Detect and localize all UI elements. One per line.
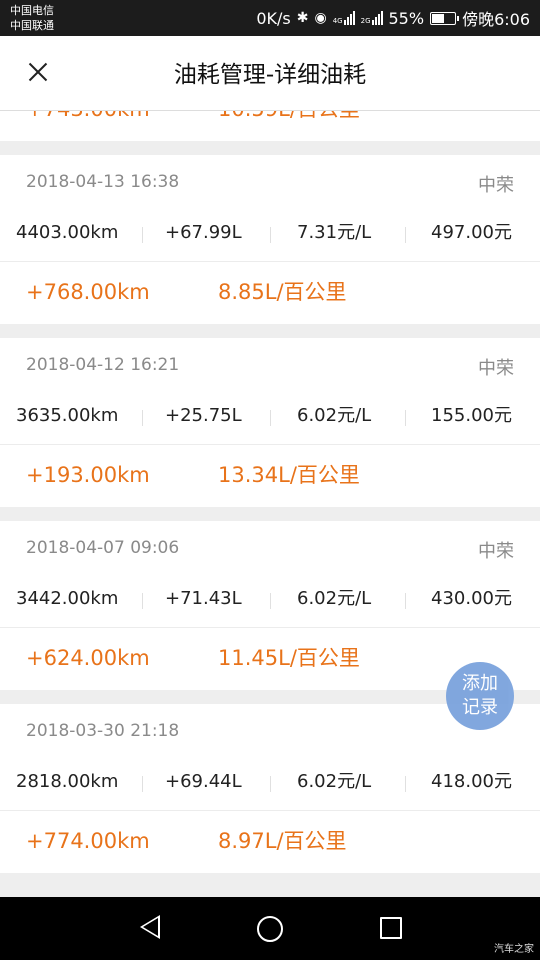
battery-icon [430,11,460,25]
network-speed: 0K/s [256,8,291,28]
record-fuel-amount: +71.43L [165,588,242,609]
record-unit-price: 6.02元/L [297,405,372,426]
record-total-cost: 418.00元 [431,771,512,792]
record-station: 中荣 [478,175,514,196]
status-bar: 中国电信 中国联通 0K/s ✱ ◉ 4G 2G 55% 傍晚6:06 [0,0,540,36]
record-distance: +624.00km [26,646,150,670]
add-record-button[interactable]: 添加 记录 [446,662,514,730]
record-odometer: 2818.00km [16,771,119,792]
clock: 傍晚6:06 [462,10,530,29]
app-header: 油耗管理-详细油耗 [0,36,540,111]
record-odometer: 4403.00km [16,222,119,243]
carrier-labels: 中国电信 中国联通 [10,3,54,33]
record-card-partial[interactable]: +743.00km 10.59L/百公里 [0,110,540,141]
record-unit-price: 7.31元/L [297,222,372,243]
record-total-cost: 155.00元 [431,405,512,426]
record-unit-price: 6.02元/L [297,771,372,792]
divider [142,776,143,792]
divider [405,593,406,609]
record-datetime: 2018-04-13 16:38 [26,172,180,192]
record-total-cost: 497.00元 [431,222,512,243]
record-station: 中荣 [478,541,514,562]
signal-2-icon: 2G [361,11,383,25]
record-datetime: 2018-03-30 21:18 [26,721,180,741]
record-distance: +774.00km [26,829,150,853]
recent-square-icon[interactable] [380,917,402,939]
record-datetime: 2018-04-12 16:21 [26,355,180,375]
status-icons: 0K/s ✱ ◉ 4G 2G 55% 傍晚6:06 [256,0,530,36]
record-datetime: 2018-04-07 09:06 [26,538,180,558]
page-title: 油耗管理-详细油耗 [173,62,367,88]
record-odometer: 3442.00km [16,588,119,609]
close-icon[interactable] [18,52,58,92]
network-type-2: 2G [360,17,371,25]
eye-comfort-icon: ◉ [314,10,327,26]
record-consumption: 8.97L/百公里 [218,829,347,853]
divider [405,227,406,243]
record-consumption: 10.59L/百公里 [218,110,360,139]
divider [270,227,271,243]
fuel-record-list-content: +743.00km 10.59L/百公里 2018-04-13 16:38 中荣… [0,110,540,887]
divider [270,776,271,792]
record-fuel-amount: +67.99L [165,222,242,243]
record-consumption: 11.45L/百公里 [218,646,360,670]
record-card[interactable]: 2018-04-13 16:38 中荣 4403.00km +67.99L 7.… [0,155,540,324]
add-record-label-1: 添加 [462,673,498,694]
record-fuel-amount: +25.75L [165,405,242,426]
record-total-cost: 430.00元 [431,588,512,609]
record-station: 中荣 [478,358,514,379]
network-type-1: 4G [332,17,343,25]
divider [142,593,143,609]
battery-fill [432,13,445,23]
record-card[interactable]: 2018-03-30 21:18 2818.00km +69.44L 6.02元… [0,704,540,873]
divider [405,776,406,792]
bluetooth-icon: ✱ [296,10,309,26]
home-circle-icon[interactable] [257,916,283,942]
carrier-2: 中国联通 [10,19,54,32]
record-distance: +768.00km [26,280,150,304]
carrier-1: 中国电信 [10,4,54,17]
record-card[interactable]: 2018-04-12 16:21 中荣 3635.00km +25.75L 6.… [0,338,540,507]
watermark: 汽车之家 [494,944,534,955]
system-nav-bar: 汽车之家 [0,897,540,960]
divider [405,410,406,426]
back-triangle-icon[interactable] [140,915,160,939]
add-record-label-2: 记录 [462,697,498,718]
signal-1-icon: 4G [333,11,355,25]
record-distance: +193.00km [26,463,150,487]
divider [270,593,271,609]
divider [270,410,271,426]
record-distance: +743.00km [26,110,150,139]
record-unit-price: 6.02元/L [297,588,372,609]
divider [142,227,143,243]
divider [142,410,143,426]
battery-percent: 55% [388,8,425,28]
record-fuel-amount: +69.44L [165,771,242,792]
record-odometer: 3635.00km [16,405,119,426]
fuel-record-list[interactable]: +743.00km 10.59L/百公里 2018-04-13 16:38 中荣… [0,110,540,897]
record-consumption: 8.85L/百公里 [218,280,347,304]
record-consumption: 13.34L/百公里 [218,463,360,487]
record-card[interactable]: 2018-04-07 09:06 中荣 3442.00km +71.43L 6.… [0,521,540,690]
